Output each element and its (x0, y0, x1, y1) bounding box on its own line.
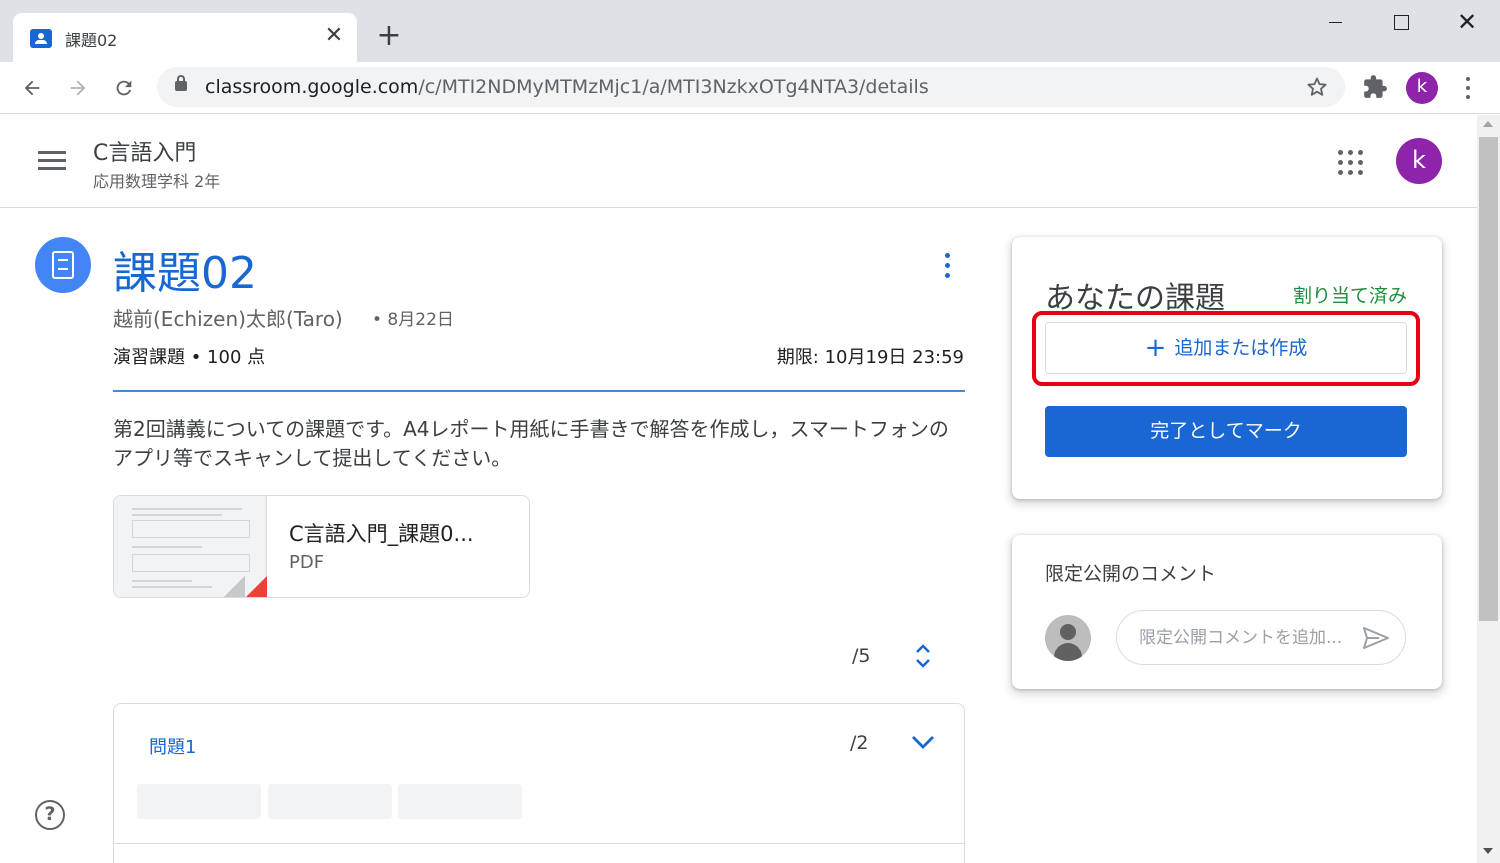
question-placeholder (268, 784, 392, 819)
attachment-name: C言語入門_課題0... (289, 522, 474, 546)
question-placeholder (137, 784, 261, 819)
back-button[interactable] (14, 70, 50, 106)
browser-tabstrip: 課題02 ✕ + ✕ (0, 0, 1500, 62)
browser-toolbar: classroom.google.com/c/MTI2NDMyMTMzMjc1/… (0, 62, 1500, 114)
tab-title: 課題02 (65, 31, 118, 50)
url-host: classroom.google.com (205, 76, 419, 98)
window-close-button[interactable]: ✕ (1444, 6, 1490, 40)
mark-as-done-button[interactable]: 完了としてマーク (1045, 406, 1407, 457)
attachment-type: PDF (289, 552, 325, 573)
highlight-box (1032, 311, 1420, 386)
tab-close-icon[interactable]: ✕ (321, 23, 347, 49)
browser-tab[interactable]: 課題02 ✕ (13, 13, 357, 62)
url-path: /c/MTI2NDMyMTMzMjc1/a/MTI3NzkxOTg4NTA3/d… (418, 76, 929, 98)
extensions-icon[interactable] (1362, 74, 1388, 100)
send-icon[interactable] (1362, 626, 1390, 650)
assignment-points: 演習課題 • 100 点 (113, 347, 266, 368)
classroom-header: C言語入門 応用数理学科 2年 k (0, 115, 1477, 208)
expand-collapse-all-icon[interactable] (910, 640, 936, 672)
google-apps-icon[interactable] (1338, 150, 1364, 176)
attachment-card[interactable]: C言語入門_課題0... PDF (113, 495, 530, 598)
private-comments-card: 限定公開のコメント (1012, 535, 1442, 689)
classroom-favicon-icon (30, 29, 52, 48)
forward-icon (70, 80, 86, 96)
chevron-down-icon[interactable] (910, 732, 936, 752)
url-text[interactable]: classroom.google.com/c/MTI2NDMyMTMzMjc1/… (205, 76, 929, 98)
commenter-avatar (1045, 615, 1091, 661)
page-scrollbar[interactable] (1477, 115, 1500, 863)
total-points: /5 (852, 645, 871, 667)
classroom-page: C言語入門 応用数理学科 2年 k 課題02 越前(Echizen)太郎(Tar… (0, 115, 1477, 863)
pdf-corner-icon (244, 576, 267, 597)
assignment-divider (113, 390, 965, 392)
assignment-icon (35, 237, 91, 293)
private-comments-title: 限定公開のコメント (1045, 563, 1217, 585)
window-minimize-button[interactable] (1312, 6, 1358, 40)
reload-icon (116, 80, 132, 96)
class-name[interactable]: C言語入門 (93, 135, 196, 167)
assignment-author: 越前(Echizen)太郎(Taro) (113, 307, 343, 331)
scroll-up-icon[interactable] (1483, 121, 1493, 127)
main-menu-icon[interactable] (38, 151, 66, 171)
back-icon (24, 80, 40, 96)
window-maximize-button[interactable] (1378, 6, 1424, 40)
forward-button[interactable] (60, 70, 96, 106)
address-bar[interactable]: classroom.google.com/c/MTI2NDMyMTMzMjc1/… (157, 67, 1345, 107)
question-divider (114, 843, 964, 844)
status-badge: 割り当て済み (1292, 285, 1407, 307)
minimize-icon (1329, 22, 1342, 23)
assignment-due-date: 期限: 10月19日 23:59 (776, 347, 964, 368)
class-section: 応用数理学科 2年 (93, 172, 221, 191)
scroll-down-icon[interactable] (1483, 848, 1493, 854)
page-fold-icon (221, 576, 245, 597)
chrome-menu-icon[interactable] (1458, 74, 1478, 102)
help-icon[interactable]: ? (35, 800, 65, 830)
scroll-thumb[interactable] (1479, 137, 1498, 621)
maximize-icon (1394, 15, 1409, 30)
question-placeholder (398, 784, 522, 819)
star-icon[interactable] (1305, 75, 1329, 99)
assignment-description: 第2回講義についての課題です。A4レポート用紙に手書きで解答を作成し，スマートフ… (113, 417, 949, 470)
lock-icon[interactable] (175, 75, 187, 91)
new-tab-button[interactable]: + (374, 21, 404, 52)
assignment-date: • 8月22日 (372, 310, 454, 330)
account-avatar[interactable]: k (1396, 138, 1442, 184)
browser-profile-avatar[interactable]: k (1406, 72, 1438, 104)
assignment-title: 課題02 (113, 248, 257, 299)
question-points: /2 (850, 732, 869, 754)
pdf-thumbnail (114, 496, 267, 597)
reload-button[interactable] (106, 70, 142, 106)
question-card: 問題1 /2 (113, 703, 965, 863)
more-options-icon[interactable] (938, 251, 956, 281)
question-title[interactable]: 問題1 (149, 733, 196, 759)
